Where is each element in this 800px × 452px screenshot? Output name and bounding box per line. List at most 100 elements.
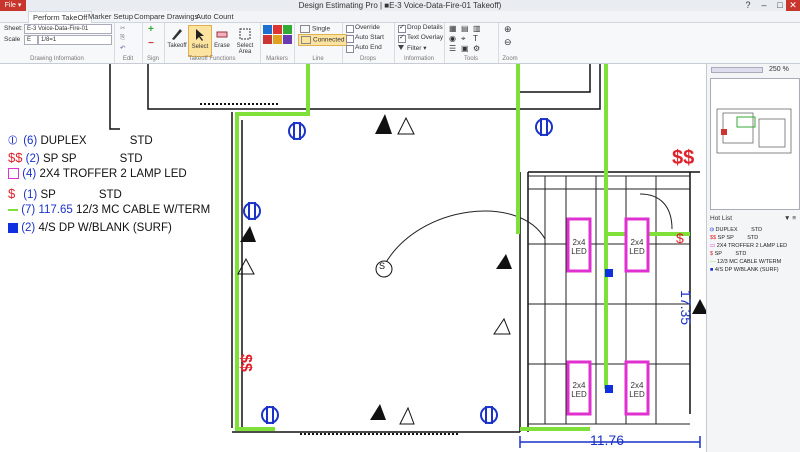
marker-blue-icon[interactable] xyxy=(263,25,272,34)
group-label: Markers xyxy=(266,56,288,62)
tool-list-icon[interactable]: ☰ xyxy=(449,44,456,53)
copy-icon[interactable]: ⎘ xyxy=(120,34,125,42)
legend-row: $ (1) SP STD xyxy=(8,186,122,201)
door-swing-arc xyxy=(384,210,546,265)
right-panel: 250 % Hot List ▼ ≡ ⦶ DUPLEX STD $$ SP SP… xyxy=(706,64,800,452)
troffer-label: 2x4 LED xyxy=(629,238,645,256)
group-label: Sign xyxy=(146,56,159,62)
cable-runs xyxy=(235,64,690,431)
dp-box[interactable] xyxy=(605,385,613,393)
takeoff-button[interactable]: Takeoff xyxy=(166,25,188,55)
marker-a-icon[interactable] xyxy=(283,35,292,44)
tool-measure-icon[interactable]: ⌖ xyxy=(461,34,466,44)
tool-grid-icon[interactable]: ▦ xyxy=(449,24,457,33)
tool-table-icon[interactable]: ▤ xyxy=(461,24,469,33)
minus-icon[interactable]: − xyxy=(148,38,154,49)
troffer-icon xyxy=(8,168,19,180)
scale-unit-select[interactable]: E xyxy=(24,35,38,45)
hotlist-item[interactable]: — 12/3 MC CABLE W/TERM xyxy=(710,258,781,266)
thumbnail-preview xyxy=(716,108,792,154)
hotlist-item[interactable]: ▭ 2X4 TROFFER 2 LAMP LED xyxy=(710,242,787,250)
drop-details-checkbox[interactable] xyxy=(398,23,406,33)
single-line-option[interactable]: Single xyxy=(298,24,332,34)
hotlist-filter-icon[interactable]: ▼ ≡ xyxy=(784,214,796,224)
zoom-slider[interactable] xyxy=(711,67,763,73)
troffer-label: 2x4 LED xyxy=(571,381,587,399)
text-overlay-label: Text Overlay xyxy=(407,34,444,41)
legend-row: ⦶ (6) DUPLEX STD xyxy=(8,132,153,147)
tool-palette-icon[interactable]: ◉ xyxy=(449,34,456,43)
tool-layers-icon[interactable]: ▣ xyxy=(461,44,469,53)
ribbon: Sheet: E-3 Voice-Data-Fire-01 Scale E 1/… xyxy=(0,23,800,64)
window-title: Design Estimating Pro | ■E-3 Voice-Data-… xyxy=(298,1,502,10)
cable-icon xyxy=(8,208,18,211)
troffer-label: 2x4 LED xyxy=(571,238,587,256)
tool-settings-icon[interactable]: ⚙ xyxy=(473,44,480,53)
tool-chart-icon[interactable]: ▥ xyxy=(473,24,481,33)
hotlist-item[interactable]: $ SP STD xyxy=(710,250,746,258)
group-label: Tools xyxy=(463,56,478,62)
marker-green-icon[interactable] xyxy=(283,25,292,34)
connected-line-icon xyxy=(301,36,311,44)
tab-perform-takeoff[interactable]: Perform TakeOff xyxy=(28,11,93,23)
dp-box[interactable] xyxy=(605,269,613,277)
group-label: Edit xyxy=(122,56,134,62)
drawing-thumbnail[interactable] xyxy=(710,78,800,210)
dimension-horizontal: 11.76 xyxy=(590,432,624,448)
select-area-button[interactable]: Select Area xyxy=(234,25,256,55)
hotlist-item[interactable]: ⦶ DUPLEX STD xyxy=(710,226,762,234)
cut-icon[interactable]: ✂ xyxy=(120,24,125,32)
dp-icon xyxy=(8,222,18,233)
group-label: Line xyxy=(312,56,324,62)
sp-icon: $ xyxy=(710,251,714,257)
auto-start-checkbox[interactable] xyxy=(346,35,354,43)
zoom-in-icon[interactable]: ⊕ xyxy=(504,24,512,35)
hotlist-item[interactable]: $$ SP SP STD xyxy=(710,234,758,242)
scale-select[interactable]: 1/8=1 xyxy=(38,35,112,45)
filter-icon xyxy=(398,45,404,50)
undo-icon[interactable]: ↶ xyxy=(120,44,125,52)
group-drawing-information: Sheet: E-3 Voice-Data-Fire-01 Scale E 1/… xyxy=(0,23,115,63)
marker-b-icon[interactable] xyxy=(273,35,282,44)
hotlist-item[interactable]: ■ 4/S DP W/BLANK (SURF) xyxy=(710,266,779,274)
auto-end-checkbox[interactable] xyxy=(346,45,354,53)
connected-line-option[interactable]: Connected xyxy=(298,34,348,46)
group-information: Drop Details Text Overlay Filter ▾ Infor… xyxy=(394,23,445,63)
group-tools: ▦ ▤ ▥ ◉ ⌖ T ☰ ▣ ⚙ Tools xyxy=(444,23,499,63)
group-markers: Markers xyxy=(260,23,295,63)
text-overlay-checkbox[interactable] xyxy=(398,33,406,43)
group-line: Single Connected Line xyxy=(294,23,348,63)
legend-row: $$ (2) SP SP STD xyxy=(8,150,143,165)
plus-icon[interactable]: + xyxy=(148,24,154,35)
sp-sp-symbol: $$ xyxy=(237,354,254,372)
marker-red-icon[interactable] xyxy=(273,25,282,34)
tab-auto-count[interactable]: Auto Count xyxy=(192,11,238,22)
cursor-icon xyxy=(196,29,204,41)
group-drops: Override Auto Start Auto End Drops xyxy=(342,23,395,63)
hotlist-header: Hot List ▼ ≡ xyxy=(710,214,798,224)
tool-text-icon[interactable]: T xyxy=(473,34,478,43)
group-label: Drops xyxy=(359,56,376,62)
override-checkbox[interactable] xyxy=(346,25,354,33)
device-triangles-outline xyxy=(237,116,511,425)
select-button[interactable]: Select xyxy=(188,25,212,57)
troffer-label: 2x4 LED xyxy=(629,381,645,399)
close-icon[interactable]: ✕ xyxy=(786,0,800,11)
override-label: Override xyxy=(355,24,380,31)
legend-row: (7) 117.65 12/3 MC CABLE W/TERM xyxy=(8,204,210,220)
select-area-icon xyxy=(239,28,251,40)
group-zoom: ⊕ ⊖ Zoom xyxy=(498,23,522,63)
dp-icon: ■ xyxy=(710,267,714,273)
zoom-out-icon[interactable]: ⊖ xyxy=(504,37,512,48)
ribbon-tabs: Perform TakeOff Marker Setup Compare Dra… xyxy=(0,11,800,23)
marker-h-icon[interactable] xyxy=(263,35,272,44)
duplex-icon: ⦶ xyxy=(8,132,18,147)
filter-dropdown[interactable]: Filter ▾ xyxy=(398,44,427,52)
single-line-icon xyxy=(300,25,310,33)
sp-sp-symbol: $$ xyxy=(672,147,695,169)
sheet-select[interactable]: E-3 Voice-Data-Fire-01 xyxy=(24,24,112,34)
legend-row: (2) 4/S DP W/BLANK (SURF) xyxy=(8,222,172,238)
group-label: Zoom xyxy=(502,56,518,62)
drop-details-label: Drop Details xyxy=(407,24,443,31)
drawing-canvas[interactable]: S 2x4 LED 2x4 LED 2x4 LED 2x4 LED $$ $$ … xyxy=(0,64,706,452)
